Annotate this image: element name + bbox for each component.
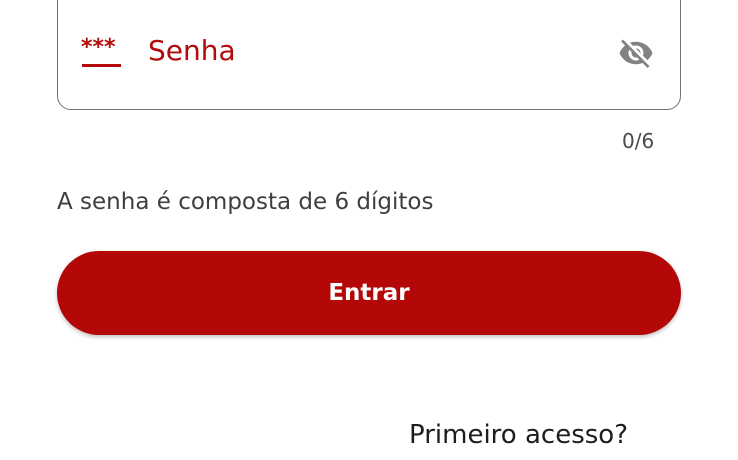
- password-mask-underline: [82, 64, 121, 67]
- password-helper-text: A senha é composta de 6 dígitos: [57, 189, 434, 215]
- masked-password-icon: ***: [81, 35, 123, 67]
- password-field-label: Senha: [148, 34, 236, 67]
- password-char-counter: 0/6: [622, 129, 655, 153]
- password-mask-text: ***: [81, 35, 116, 60]
- password-field[interactable]: *** Senha: [57, 0, 681, 110]
- login-button[interactable]: Entrar: [57, 251, 681, 335]
- first-access-link[interactable]: Primeiro acesso?: [409, 419, 628, 451]
- eye-off-icon[interactable]: [615, 35, 657, 71]
